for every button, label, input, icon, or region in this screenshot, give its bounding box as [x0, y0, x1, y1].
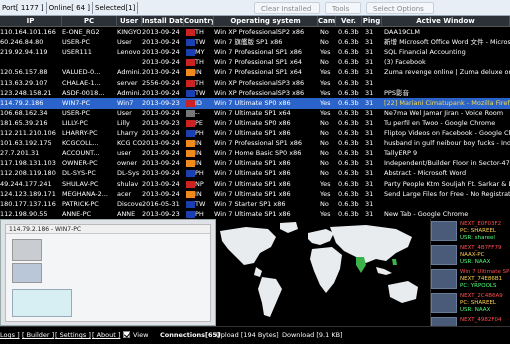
- settings-link[interactable]: [ Settings ]: [55, 330, 91, 340]
- remote-card: [12, 289, 72, 317]
- col-ver[interactable]: Ver.: [336, 16, 362, 27]
- connections-count: Connections[65]: [160, 331, 221, 339]
- country-flag-icon: [186, 150, 195, 158]
- download-stat: Download [9.1 KB]: [282, 331, 343, 339]
- clear-installed-button[interactable]: Clear Installed: [254, 2, 320, 14]
- remote-window-title: 114.79.2.186 - WIN7-PC: [6, 225, 210, 234]
- selected-tab[interactable]: Selected[1]: [93, 2, 139, 14]
- status-bar: Logs ] [ Builder ] [ Settings ] [ About …: [0, 326, 510, 344]
- country-flag-icon: [186, 109, 195, 117]
- thumbnail-label: NAAX-PC: [460, 252, 485, 258]
- col-install-date[interactable]: Install Date: [142, 16, 184, 27]
- view-label: View: [133, 331, 149, 339]
- thumbnail-label: USR: NAAX: [460, 307, 491, 313]
- world-map-svg: [216, 219, 430, 326]
- col-os[interactable]: Operating system: [214, 16, 318, 27]
- col-active-window[interactable]: Active Window: [382, 16, 510, 27]
- country-flag-icon: [186, 59, 195, 67]
- country-flag-icon: [186, 29, 195, 36]
- logs-link[interactable]: Logs ]: [0, 330, 20, 340]
- remote-photo-icon: [12, 263, 42, 283]
- country-flag-icon: [186, 119, 195, 127]
- select-options-button[interactable]: Select Options: [366, 2, 434, 14]
- thumbnail-label: NEXT_2C4B6A9: [460, 293, 503, 299]
- client-table: 110.164.101.166E-ONE_RG2KINGYONT2013-09-…: [0, 27, 510, 219]
- client-thumbnail[interactable]: NEXT_2C4B6A9 PC: SHAREEL USR: NAAX: [431, 291, 510, 315]
- remote-window: 114.79.2.186 - WIN7-PC: [5, 224, 211, 322]
- country-flag-icon: [186, 39, 195, 47]
- country-flag-icon: [186, 210, 195, 218]
- country-flag-icon: [186, 99, 195, 107]
- thumbnail-label: PC: YRPOOLS: [460, 283, 497, 289]
- col-ip[interactable]: IP: [0, 16, 62, 27]
- thumbnail-label: USR: shareel: [460, 235, 495, 241]
- counter-tabs: Port[ 1177 ] Online[ 64 ] Selected[1]: [0, 2, 139, 14]
- col-pc[interactable]: PC: [62, 16, 117, 27]
- table-header: IP PC User Install Date Country Operatin…: [0, 16, 510, 27]
- thumbnail-image: [431, 221, 457, 241]
- col-user[interactable]: User: [117, 16, 142, 27]
- client-thumbnail[interactable]: Win 7 Ultimate SP NEXT_74E86B1 PC: YRPOOLS: [431, 267, 510, 291]
- country-flag-icon: [186, 69, 195, 77]
- remote-screen-preview[interactable]: 114.79.2.186 - WIN7-PC: [0, 219, 216, 326]
- country-flag-icon: [186, 49, 195, 57]
- top-toolbar: Port[ 1177 ] Online[ 64 ] Selected[1] Cl…: [0, 0, 510, 16]
- country-flag-icon: [186, 79, 195, 87]
- builder-link[interactable]: [ Builder ]: [22, 330, 54, 340]
- client-thumbnail[interactable]: NEXT_4B7FF79 NAAX-PC USR: NAAX: [431, 243, 510, 267]
- thumbnail-label: NEXT_E0F03F2: [460, 221, 502, 227]
- tools-button[interactable]: Tools: [325, 2, 361, 14]
- about-link[interactable]: [ About ]: [92, 330, 120, 340]
- thumbnail-image: [431, 269, 457, 289]
- client-thumbnail[interactable]: NEXT_E0F03F2 PC: SHAREEL USR: shareel: [431, 219, 510, 243]
- remote-thumbnail-icon: [12, 239, 42, 261]
- country-flag-icon: [186, 170, 195, 178]
- online-tab[interactable]: Online[ 64 ]: [47, 2, 94, 14]
- country-flag-icon: [186, 180, 195, 188]
- col-ping[interactable]: Ping: [362, 16, 382, 27]
- country-flag-icon: [186, 89, 195, 97]
- thumbnail-label: NEXT_74E86B1: [460, 276, 503, 282]
- country-flag-icon: [186, 130, 195, 138]
- thumbnail-label: NEXT_4B7FF79: [460, 245, 502, 251]
- thumbnail-label: PC: SHAREEL: [460, 228, 496, 234]
- country-flag-icon: [186, 140, 195, 148]
- port-tab[interactable]: Port[ 1177 ]: [0, 2, 47, 14]
- thumbnail-label: PC: SHAREEL: [460, 300, 496, 306]
- world-map: [216, 219, 430, 326]
- col-cam[interactable]: Cam: [318, 16, 336, 27]
- thumbnail-image: [431, 293, 457, 313]
- view-checkbox[interactable]: [123, 331, 130, 338]
- upload-stat: Upload [194 Bytes]: [216, 331, 279, 339]
- country-flag-icon: [186, 160, 195, 168]
- thumbnail-image: [431, 245, 457, 265]
- country-flag-icon: [186, 190, 195, 198]
- thumbnail-label: Win 7 Ultimate SP: [460, 269, 510, 275]
- col-country[interactable]: Country: [184, 16, 214, 27]
- thumbnail-label: USR: NAAX: [460, 259, 491, 265]
- thumbnail-label: NEXT_4982F04: [460, 317, 502, 323]
- country-flag-icon: [186, 200, 195, 208]
